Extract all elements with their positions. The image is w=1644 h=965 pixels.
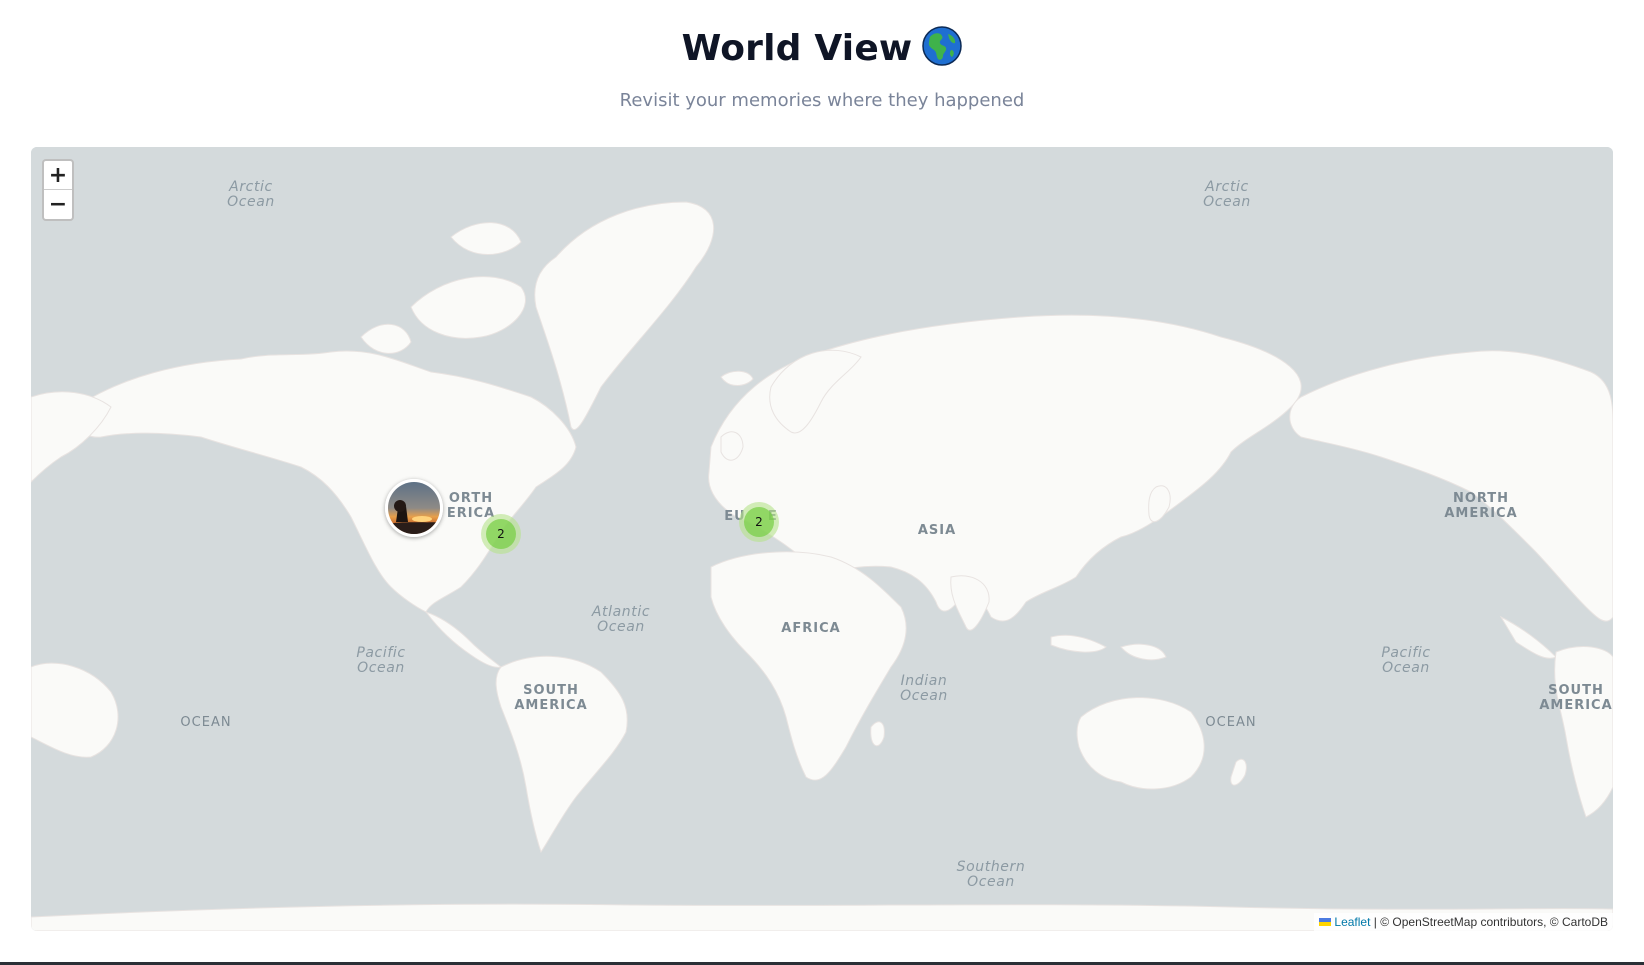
label-line: NORTH bbox=[1452, 491, 1510, 506]
photo-marker[interactable] bbox=[385, 479, 443, 537]
label-line: Ocean bbox=[227, 194, 275, 210]
zoom-in-button[interactable]: + bbox=[44, 161, 72, 190]
label-line: AMERICA bbox=[514, 698, 588, 713]
label-line: Ocean bbox=[967, 874, 1015, 890]
label-line: Indian bbox=[900, 673, 948, 689]
label-south-america-left: SOUTH AMERICA bbox=[501, 683, 601, 713]
page-subtitle: Revisit your memories where they happene… bbox=[619, 90, 1025, 111]
label-line: Pacific bbox=[1381, 645, 1431, 661]
marker-cluster-europe[interactable]: 2 bbox=[739, 502, 779, 542]
label-south-america-right: SOUTH AMERICA bbox=[1526, 683, 1613, 713]
label-line: Ocean bbox=[357, 660, 405, 676]
label-pacific-ocean-left: Pacific Ocean bbox=[331, 646, 431, 676]
label-asia: ASIA bbox=[917, 523, 957, 538]
marker-cluster-north-america[interactable]: 2 bbox=[481, 514, 521, 554]
label-indian-ocean: Indian Ocean bbox=[874, 674, 974, 704]
label-pacific-ocean-right: Pacific Ocean bbox=[1356, 646, 1456, 676]
label-line: Ocean bbox=[597, 619, 645, 635]
label-line: Southern bbox=[956, 859, 1026, 875]
label-line: AMERICA bbox=[1444, 506, 1518, 521]
label-line: Pacific bbox=[356, 645, 406, 661]
page-title: World View bbox=[0, 26, 1644, 69]
map-attribution: Leaflet | © OpenStreetMap contributors, … bbox=[1314, 913, 1613, 931]
map-tiles bbox=[31, 147, 1613, 931]
page-title-text: World View bbox=[681, 28, 913, 69]
world-map[interactable]: Arctic Ocean Arctic Ocean ORTH ERICA NOR… bbox=[31, 147, 1613, 931]
label-line: Arctic bbox=[229, 179, 273, 195]
label-southern-ocean: Southern Ocean bbox=[931, 860, 1051, 890]
label-line: Arctic bbox=[1205, 179, 1249, 195]
zoom-control: + − bbox=[42, 159, 74, 221]
label-atlantic-ocean: Atlantic Ocean bbox=[571, 605, 671, 635]
zoom-out-button[interactable]: − bbox=[44, 190, 72, 219]
label-line: SOUTH bbox=[1548, 683, 1604, 698]
label-line: Ocean bbox=[900, 688, 948, 704]
label-arctic-ocean-right: Arctic Ocean bbox=[1177, 180, 1277, 210]
label-line: AMERICA bbox=[1539, 698, 1613, 713]
ukraine-flag-icon bbox=[1319, 918, 1332, 926]
label-africa: AFRICA bbox=[781, 621, 841, 636]
label-line: Ocean bbox=[1203, 194, 1251, 210]
label-ocean-right: OCEAN bbox=[1205, 715, 1257, 730]
label-line: SOUTH bbox=[523, 683, 579, 698]
globe-americas-icon bbox=[922, 26, 963, 66]
label-ocean-left: OCEAN bbox=[180, 715, 232, 730]
label-arctic-ocean-left: Arctic Ocean bbox=[201, 180, 301, 210]
leaflet-link[interactable]: Leaflet bbox=[1334, 915, 1370, 929]
cluster-count: 2 bbox=[744, 507, 774, 537]
label-north-america-right: NORTH AMERICA bbox=[1431, 491, 1531, 521]
attribution-text: | © OpenStreetMap contributors, © CartoD… bbox=[1370, 915, 1608, 929]
label-line: Ocean bbox=[1382, 660, 1430, 676]
label-line: Atlantic bbox=[591, 604, 651, 620]
label-line: ORTH bbox=[448, 491, 494, 506]
cluster-count: 2 bbox=[486, 519, 516, 549]
